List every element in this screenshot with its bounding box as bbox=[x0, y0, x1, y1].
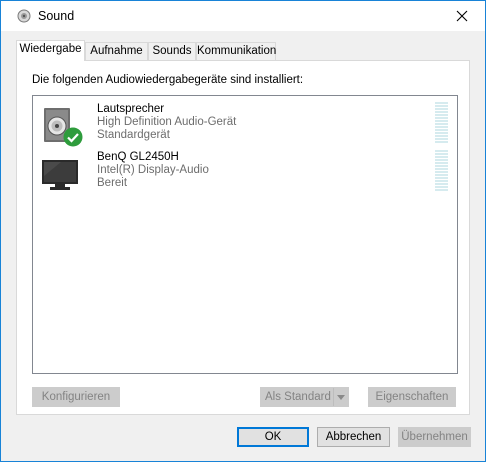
device-item-lautsprecher[interactable]: Lautsprecher High Definition Audio-Gerät… bbox=[33, 100, 457, 147]
default-check-icon bbox=[63, 127, 83, 147]
device-item-benq[interactable]: BenQ GL2450H Intel(R) Display-Audio Bere… bbox=[33, 148, 457, 194]
device-name: Lautsprecher bbox=[97, 103, 165, 115]
playback-panel: Die folgenden Audiowiedergabegeräte sind… bbox=[16, 60, 470, 415]
close-button[interactable] bbox=[439, 1, 485, 31]
tab-aufnahme[interactable]: Aufnahme bbox=[85, 42, 148, 60]
apply-button[interactable]: Übernehmen bbox=[398, 427, 471, 447]
close-icon bbox=[456, 10, 468, 22]
tab-kommunikation[interactable]: Kommunikation bbox=[196, 42, 276, 60]
playback-device-list[interactable]: Lautsprecher High Definition Audio-Gerät… bbox=[32, 95, 458, 374]
volume-meter bbox=[435, 102, 448, 144]
volume-meter bbox=[435, 150, 448, 192]
sound-dialog: Sound Wiedergabe Aufnahme Sounds Kommuni… bbox=[0, 0, 486, 462]
properties-button[interactable]: Eigenschaften bbox=[368, 387, 456, 407]
device-list-caption: Die folgenden Audiowiedergabegeräte sind… bbox=[32, 74, 304, 86]
tab-sounds[interactable]: Sounds bbox=[148, 42, 196, 60]
device-description: Intel(R) Display-Audio bbox=[97, 164, 209, 176]
ok-button[interactable]: OK bbox=[237, 427, 309, 447]
window-title: Sound bbox=[38, 9, 75, 23]
configure-button[interactable]: Konfigurieren bbox=[32, 387, 120, 407]
set-default-button[interactable]: Als Standard bbox=[260, 387, 349, 407]
set-default-label: Als Standard bbox=[265, 391, 331, 403]
monitor-icon bbox=[41, 154, 81, 194]
tab-wiedergabe[interactable]: Wiedergabe bbox=[16, 40, 85, 61]
device-status: Standardgerät bbox=[97, 129, 170, 141]
set-default-dropdown[interactable] bbox=[333, 388, 348, 406]
cancel-button[interactable]: Abbrechen bbox=[317, 427, 390, 447]
device-status: Bereit bbox=[97, 177, 128, 189]
device-name: BenQ GL2450H bbox=[97, 151, 179, 163]
chevron-down-icon bbox=[337, 394, 345, 400]
sound-app-icon bbox=[17, 9, 31, 23]
device-description: High Definition Audio-Gerät bbox=[97, 116, 237, 128]
title-bar: Sound bbox=[1, 1, 485, 31]
